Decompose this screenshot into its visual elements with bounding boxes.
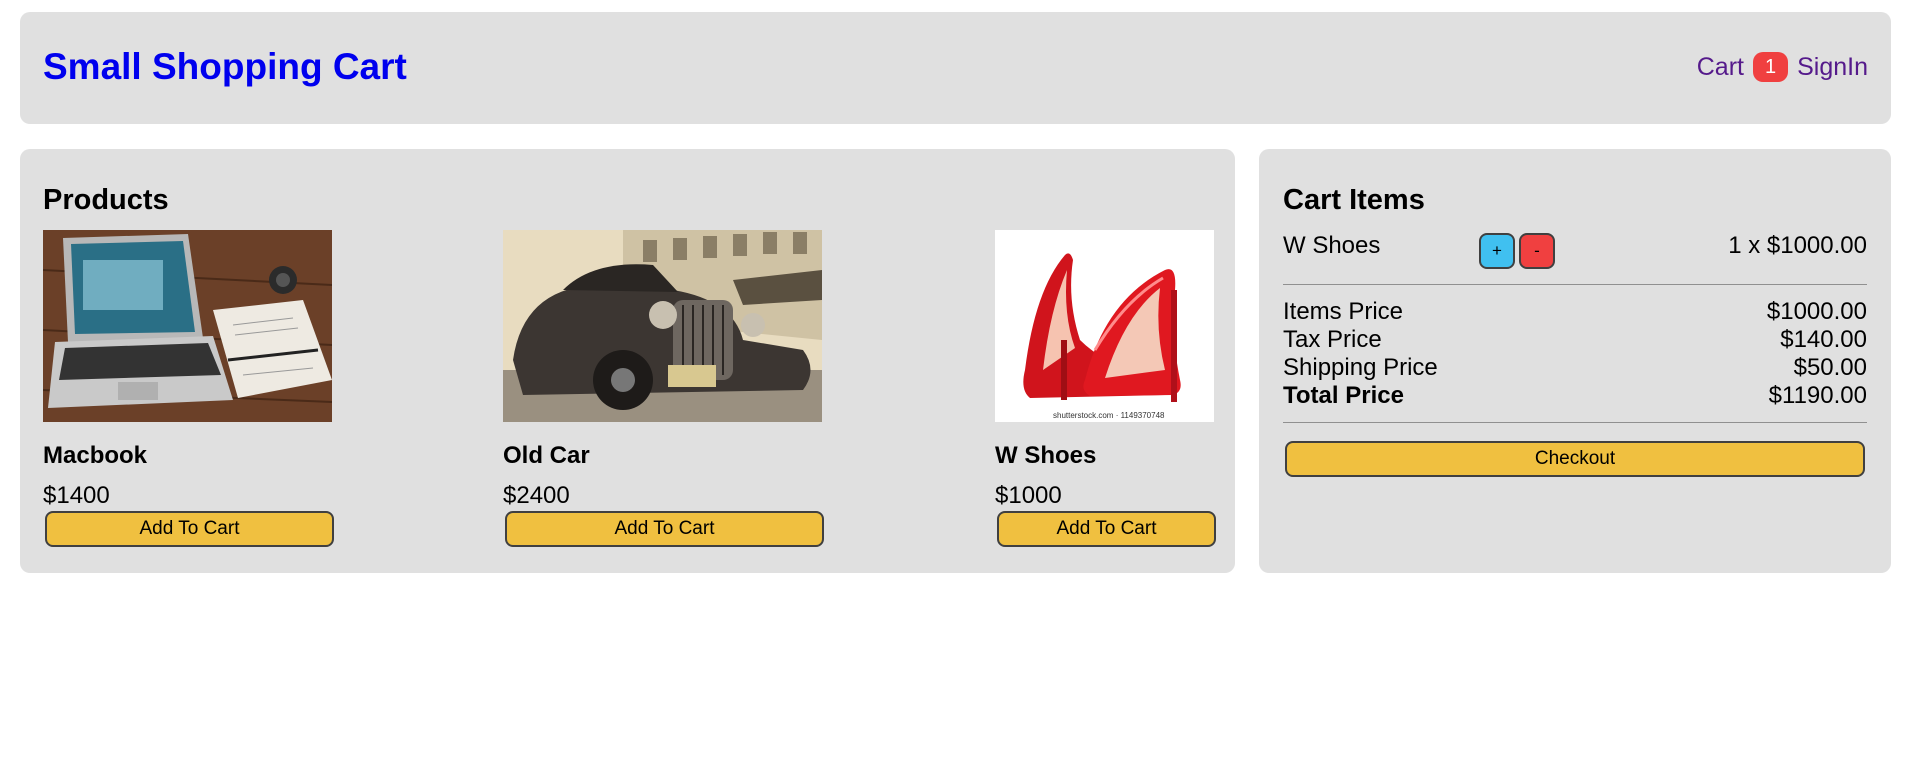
product-name: Old Car (503, 442, 590, 469)
products-panel: Products Macbook $1400 Add To Cart Old C… (20, 149, 1235, 573)
tax-price-value: $140.00 (1780, 326, 1867, 353)
product-image-macbook[interactable] (43, 230, 332, 422)
cart-count-badge: 1 (1752, 52, 1789, 82)
product-name: W Shoes (995, 442, 1097, 469)
total-price-row: Total Price $1190.00 (1283, 382, 1867, 410)
product-price: $2400 (503, 482, 570, 509)
cart-panel: Cart Items W Shoes + - 1 x $1000.00 Item… (1259, 149, 1891, 573)
tax-price-row: Tax Price $140.00 (1283, 326, 1867, 354)
product-name: Macbook (43, 442, 148, 469)
divider (1283, 422, 1867, 423)
cart-item-qty-price: 1 x $1000.00 (1728, 232, 1867, 259)
shipping-price-value: $50.00 (1793, 354, 1867, 381)
cart-heading: Cart Items (1283, 184, 1425, 216)
shipping-price-row: Shipping Price $50.00 (1283, 354, 1867, 382)
add-to-cart-button[interactable]: Add To Cart (997, 511, 1216, 547)
product-card: Old Car $2400 Add To Cart (503, 230, 825, 547)
divider (1283, 284, 1867, 285)
add-to-cart-button[interactable]: Add To Cart (505, 511, 824, 547)
increase-quantity-button[interactable]: + (1479, 233, 1515, 269)
items-price-row: Items Price $1000.00 (1283, 298, 1867, 326)
product-price: $1400 (43, 482, 110, 509)
site-title[interactable]: Small Shopping Cart (43, 46, 407, 88)
checkout-button[interactable]: Checkout (1285, 441, 1865, 477)
cart-item-row: W Shoes + - 1 x $1000.00 (1283, 231, 1867, 271)
cart-link[interactable]: Cart (1697, 53, 1744, 82)
product-card: shutterstock.com · 1149370748 W Shoes $1… (995, 230, 1217, 547)
add-to-cart-button[interactable]: Add To Cart (45, 511, 334, 547)
signin-link[interactable]: SignIn (1797, 53, 1868, 82)
total-price-value: $1190.00 (1768, 382, 1867, 409)
header-nav: Cart 1 SignIn (1697, 52, 1868, 82)
shipping-price-label: Shipping Price (1283, 354, 1438, 381)
decrease-quantity-button[interactable]: - (1519, 233, 1555, 269)
total-price-label: Total Price (1283, 382, 1404, 409)
items-price-value: $1000.00 (1766, 298, 1867, 325)
header: Small Shopping Cart Cart 1 SignIn (20, 12, 1891, 124)
product-image-old-car[interactable] (503, 230, 822, 422)
product-price: $1000 (995, 482, 1062, 509)
product-image-w-shoes[interactable] (995, 230, 1214, 422)
products-heading: Products (43, 184, 169, 216)
product-card: Macbook $1400 Add To Cart (43, 230, 335, 547)
cart-item-name: W Shoes (1283, 232, 1381, 259)
image-caption: shutterstock.com · 1149370748 (1053, 411, 1165, 420)
items-price-label: Items Price (1283, 298, 1404, 325)
tax-price-label: Tax Price (1283, 326, 1382, 353)
